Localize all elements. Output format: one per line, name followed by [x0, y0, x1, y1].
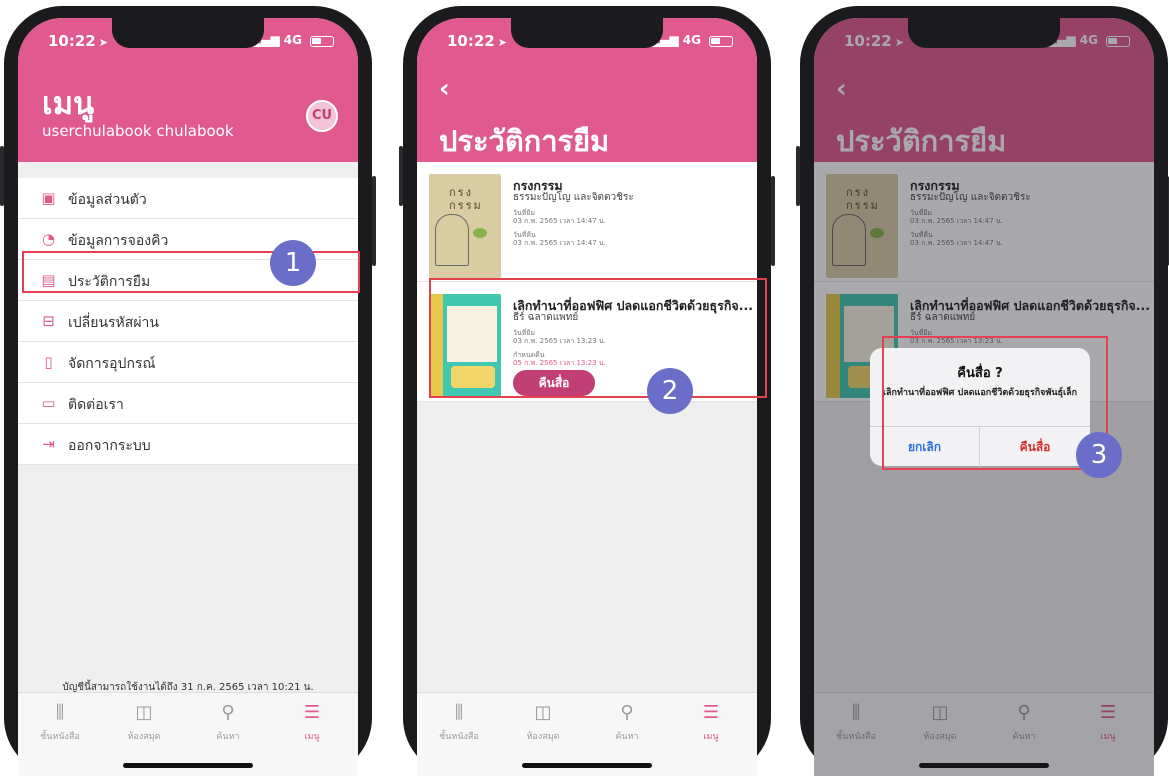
tab-menu[interactable]: ☰ เมนู: [671, 701, 751, 743]
tab-bar: ⫼ ชั้นหนังสือ ◫ ห้องสมุด ⚲ ค้นหา ☰ เมนู: [18, 692, 358, 776]
menu-item-label: เปลี่ยนรหัสผ่าน: [68, 315, 159, 331]
page-title: เมนู: [42, 86, 95, 122]
location-icon: ➤: [98, 36, 108, 49]
list-item[interactable]: กรง กรรม กรงกรรม ธรรมะปัญโญ และจิตตวชิระ…: [417, 162, 757, 282]
shelf-icon: ⫼: [454, 702, 464, 723]
home-indicator: [123, 763, 253, 768]
tab-label: ห้องสมุด: [127, 732, 161, 742]
notch: [908, 18, 1060, 48]
menu-item-password[interactable]: ⊟ เปลี่ยนรหัสผ่าน: [18, 301, 358, 342]
cover-text: กรง กรรม: [449, 186, 483, 212]
chat-icon: ▭: [41, 394, 56, 412]
borrow-date: 03 ก.พ. 2565 เวลา 14:47 น.: [513, 217, 606, 225]
step-badge-3: 3: [1076, 432, 1122, 478]
cu-logo[interactable]: CU: [306, 100, 338, 132]
menu-item-label: ข้อมูลการจองคิว: [68, 233, 169, 249]
highlight-box-book: [429, 278, 767, 398]
battery-icon: [709, 36, 733, 47]
birdcage-icon: [435, 214, 469, 266]
bird-icon: [473, 228, 487, 238]
tab-shelf[interactable]: ⫼ ชั้นหนังสือ: [20, 701, 100, 743]
tab-search[interactable]: ⚲ ค้นหา: [188, 701, 268, 743]
phone-menu: 10:22 ➤ ▂▄▆ 4G เมนู userchulabook chulabo…: [0, 6, 376, 776]
home-indicator: [522, 763, 652, 768]
search-icon: ⚲: [221, 702, 235, 723]
device-icon: ▯: [44, 353, 53, 371]
tab-library[interactable]: ◫ ห้องสมุด: [104, 701, 184, 743]
tab-label: ค้นหา: [216, 732, 240, 742]
back-chevron-icon[interactable]: ‹: [439, 76, 450, 102]
step-badge-1: 1: [270, 240, 316, 286]
tab-label: เมนู: [703, 732, 719, 742]
menu-item-label: ติดต่อเรา: [68, 397, 124, 413]
page-title: ประวัติการยืม: [439, 124, 610, 158]
notch: [112, 18, 264, 48]
tab-label: ชั้นหนังสือ: [439, 732, 479, 742]
phone-confirm: 10:22 ➤ ▂▄▆ 4G ‹ ประวัติการยืม กรง กรรม ก…: [796, 6, 1169, 776]
status-time: 10:22 ➤: [447, 32, 507, 50]
menu-item-logout[interactable]: ⇥ ออกจากระบบ: [18, 424, 358, 465]
highlight-box-dialog: [882, 336, 1108, 470]
menu-screen: 10:22 ➤ ▂▄▆ 4G เมนู userchulabook chulabo…: [18, 18, 358, 776]
menu-item-label: ข้อมูลส่วนตัว: [68, 192, 147, 208]
notch: [511, 18, 663, 48]
lock-icon: ⊟: [42, 312, 55, 330]
username: userchulabook chulabook: [42, 122, 234, 140]
book-cover: กรง กรรม: [429, 174, 501, 278]
queue-icon: ◔: [41, 230, 56, 248]
tab-label: ชั้นหนังสือ: [40, 732, 80, 742]
tab-label: เมนู: [304, 732, 320, 742]
tab-menu[interactable]: ☰ เมนู: [272, 701, 352, 743]
tab-shelf[interactable]: ⫼ ชั้นหนังสือ: [419, 701, 499, 743]
shelf-icon: ⫼: [55, 702, 65, 723]
menu-item-label: จัดการอุปกรณ์: [68, 356, 156, 372]
book-author: ธรรมะปัญโญ และจิตตวชิระ: [513, 192, 634, 203]
profile-icon: ▣: [41, 189, 56, 207]
menu-item-label: ออกจากระบบ: [68, 438, 151, 454]
menu-item-devices[interactable]: ▯ จัดการอุปกรณ์: [18, 342, 358, 383]
menu-icon: ☰: [303, 702, 321, 723]
step-badge-2: 2: [647, 368, 693, 414]
menu-list: ▣ ข้อมูลส่วนตัว ◔ ข้อมูลการจองคิว ▤ ประว…: [18, 178, 358, 465]
status-time: 10:22 ➤: [48, 32, 108, 50]
library-icon: ◫: [135, 702, 153, 723]
tab-label: ห้องสมุด: [526, 732, 560, 742]
menu-item-contact[interactable]: ▭ ติดต่อเรา: [18, 383, 358, 424]
search-icon: ⚲: [620, 702, 634, 723]
return-date: 03 ก.พ. 2565 เวลา 14:47 น.: [513, 239, 606, 247]
library-icon: ◫: [534, 702, 552, 723]
menu-icon: ☰: [702, 702, 720, 723]
phone-history: 10:22 ➤ ▂▄▆ 4G ‹ ประวัติการยืม กรง กรรม ก…: [399, 6, 775, 776]
logout-icon: ⇥: [42, 435, 55, 453]
tab-label: ค้นหา: [615, 732, 639, 742]
tab-bar: ⫼ ชั้นหนังสือ ◫ ห้องสมุด ⚲ ค้นหา ☰ เมนู: [417, 692, 757, 776]
tab-search[interactable]: ⚲ ค้นหา: [587, 701, 667, 743]
tab-library[interactable]: ◫ ห้องสมุด: [503, 701, 583, 743]
menu-item-profile[interactable]: ▣ ข้อมูลส่วนตัว: [18, 178, 358, 219]
location-icon: ➤: [497, 36, 507, 49]
battery-icon: [310, 36, 334, 47]
